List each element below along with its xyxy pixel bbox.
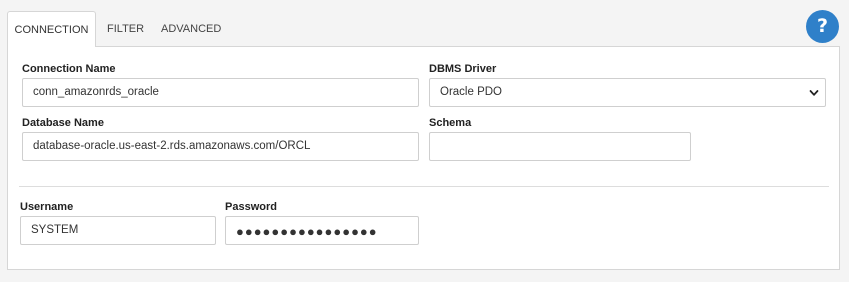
help-icon[interactable]: ? bbox=[806, 10, 839, 43]
dbms-driver-label: DBMS Driver bbox=[429, 63, 497, 75]
username-label: Username bbox=[20, 201, 74, 213]
connection-name-label: Connection Name bbox=[22, 63, 116, 75]
database-name-label: Database Name bbox=[22, 117, 104, 129]
connection-panel: Connection Name conn_amazonrds_oracle DB… bbox=[7, 46, 840, 270]
connection-name-field[interactable]: conn_amazonrds_oracle bbox=[22, 78, 419, 107]
password-label: Password bbox=[225, 201, 277, 213]
dbms-driver-select[interactable]: Oracle PDO bbox=[429, 78, 826, 107]
dbms-driver-value: Oracle PDO bbox=[440, 86, 502, 98]
section-divider bbox=[19, 186, 829, 187]
tab-filter[interactable]: FILTER bbox=[107, 11, 144, 47]
schema-field[interactable] bbox=[429, 132, 691, 161]
chevron-down-icon bbox=[809, 90, 819, 96]
password-field[interactable]: ●●●●●●●●●●●●●●●● bbox=[225, 216, 419, 245]
schema-label: Schema bbox=[429, 117, 472, 129]
username-field[interactable]: SYSTEM bbox=[20, 216, 216, 245]
database-name-field[interactable]: database-oracle.us-east-2.rds.amazonaws.… bbox=[22, 132, 419, 161]
tab-connection[interactable]: CONNECTION bbox=[7, 11, 96, 47]
tab-advanced[interactable]: ADVANCED bbox=[161, 11, 221, 47]
